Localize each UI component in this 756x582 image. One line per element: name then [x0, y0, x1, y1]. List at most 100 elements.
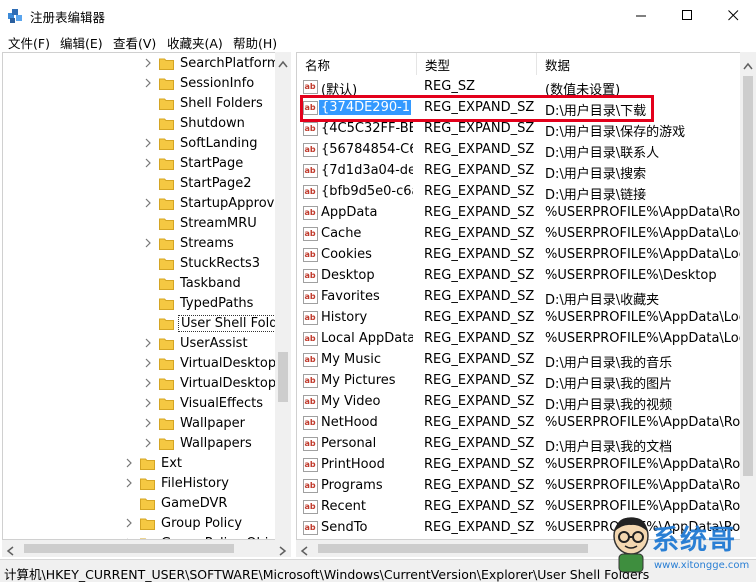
string-value-icon: ab [303, 521, 318, 535]
table-row[interactable]: ab {bfb9d5e0-c6a... REG_EXPAND_SZ D:\用户目录\链… [297, 182, 755, 203]
tree-item[interactable]: Ext [124, 453, 184, 473]
value-list[interactable]: 名称 类型 数据 ab (默认) REG_SZ (数值未设置) ab {374DE290-… [296, 52, 756, 540]
tree-item[interactable]: Taskband [143, 273, 243, 293]
table-row[interactable]: ab Cache REG_EXPAND_SZ %USERPROFILE%\AppDat… [297, 224, 755, 245]
scroll-up-icon[interactable] [743, 58, 753, 70]
value-data: %USERPROFILE%\AppData\Roam [545, 415, 756, 430]
tree-item-label: Wallpaper [180, 415, 246, 431]
tree-item[interactable]: Wallpapers [143, 433, 254, 453]
table-row[interactable]: ab {4C5C32FF-BB... REG_EXPAND_SZ D:\用户目录\保存… [297, 119, 755, 140]
chevron-right-icon[interactable] [143, 158, 153, 168]
value-name: PrintHood [321, 457, 385, 472]
tree-item[interactable]: SearchPlatform [143, 53, 282, 73]
table-row[interactable]: ab Personal REG_EXPAND_SZ D:\用户目录\我的文档 [297, 434, 755, 455]
tree-item[interactable]: Group Policy Obj [124, 533, 270, 539]
table-row[interactable]: ab My Music REG_EXPAND_SZ D:\用户目录\我的音乐 [297, 350, 755, 371]
chevron-right-icon[interactable] [124, 458, 134, 468]
chevron-right-icon[interactable] [143, 238, 153, 248]
table-row[interactable]: ab Cookies REG_EXPAND_SZ %USERPROFILE%\AppD… [297, 245, 755, 266]
table-row[interactable]: ab Desktop REG_EXPAND_SZ %USERPROFILE%\Desk… [297, 266, 755, 287]
tree-item-label: FileHistory [161, 475, 230, 491]
folder-icon [159, 117, 174, 130]
chevron-right-icon[interactable] [143, 138, 153, 148]
chevron-right-icon[interactable] [143, 358, 153, 368]
value-name: My Video [321, 394, 381, 409]
chevron-right-icon[interactable] [143, 338, 153, 348]
table-row[interactable]: ab NetHood REG_EXPAND_SZ %USERPROFILE%\AppD… [297, 413, 756, 434]
svg-text:ab: ab [305, 292, 316, 301]
tree-item[interactable]: Group Policy [124, 513, 244, 533]
column-header-data[interactable]: 数据 [537, 53, 755, 75]
tree-item[interactable]: Shutdown [143, 113, 247, 133]
scroll-left-icon[interactable] [300, 544, 308, 559]
key-tree[interactable]: SearchPlatform SessionInfo Shell Folders Sh… [2, 52, 291, 540]
table-row[interactable]: ab Favorites REG_EXPAND_SZ D:\用户目录\收藏夹 [297, 287, 755, 308]
chevron-right-icon[interactable] [143, 398, 153, 408]
table-row[interactable]: ab My Pictures REG_EXPAND_SZ D:\用户目录\我的图片 [297, 371, 755, 392]
tree-item[interactable]: FileHistory [124, 473, 231, 493]
minimize-button[interactable] [618, 0, 664, 30]
table-row[interactable]: ab {7d1d3a04-de... REG_EXPAND_SZ D:\用户目录\搜索 [297, 161, 755, 182]
menu-file[interactable]: 文件(F) [8, 33, 50, 52]
folder-icon [159, 57, 174, 70]
tree-item[interactable]: User Shell Folde [143, 313, 289, 333]
tree-item[interactable]: UserAssist [143, 333, 250, 353]
tree-item[interactable]: SoftLanding [143, 133, 259, 153]
scroll-right-icon[interactable] [279, 544, 287, 559]
tree-item[interactable]: VirtualDesktops [143, 373, 285, 393]
tree-item[interactable]: StreamMRU [143, 213, 259, 233]
list-hscroll-thumb[interactable] [318, 544, 588, 553]
folder-icon [159, 97, 174, 110]
list-scroll-thumb[interactable] [743, 76, 753, 476]
chevron-right-icon[interactable] [143, 78, 153, 88]
tree-item-label: Shutdown [180, 115, 245, 131]
chevron-right-icon[interactable] [143, 198, 153, 208]
tree-item[interactable]: Shell Folders [143, 93, 265, 113]
chevron-right-icon[interactable] [124, 478, 134, 488]
tree-item[interactable]: StartPage [143, 153, 245, 173]
tree-scroll-thumb[interactable] [278, 352, 288, 402]
annotation-highlight-box [300, 95, 654, 122]
maximize-button[interactable] [664, 0, 710, 30]
scroll-left-icon[interactable] [6, 544, 14, 559]
column-header-type[interactable]: 类型 [417, 53, 537, 75]
tree-hscroll-thumb[interactable] [24, 544, 234, 553]
tree-item[interactable]: StuckRects3 [143, 253, 262, 273]
tree-item[interactable]: SessionInfo [143, 73, 256, 93]
list-vertical-scrollbar[interactable] [740, 52, 756, 540]
table-row[interactable]: ab PrintHood REG_EXPAND_SZ %USERPROFILE%\Ap… [297, 455, 755, 476]
table-row[interactable]: ab History REG_EXPAND_SZ %USERPROFILE%\AppD… [297, 308, 755, 329]
table-row[interactable]: ab {56784854-C6... REG_EXPAND_SZ D:\用户目录\联系… [297, 140, 755, 161]
tree-item[interactable]: Streams [143, 233, 236, 253]
tree-item[interactable]: StartupApprove [143, 193, 284, 213]
menu-help[interactable]: 帮助(H) [233, 33, 277, 52]
menu-view[interactable]: 查看(V) [113, 33, 156, 52]
chevron-right-icon[interactable] [124, 518, 134, 528]
value-name: {4C5C32FF-BB... [321, 121, 413, 136]
table-row[interactable]: ab Programs REG_EXPAND_SZ %USERPROFILE%\App… [297, 476, 755, 497]
tree-item[interactable]: TypedPaths [143, 293, 255, 313]
chevron-right-icon[interactable] [143, 58, 153, 68]
table-row[interactable]: ab AppData REG_EXPAND_SZ %USERPROFILE%\AppD… [297, 203, 755, 224]
tree-item-label: Group Policy [161, 515, 243, 531]
tree-item[interactable]: StartPage2 [143, 173, 254, 193]
value-name: AppData [321, 205, 378, 220]
tree-item[interactable]: VisualEffects [143, 393, 265, 413]
close-button[interactable] [710, 0, 756, 30]
tree-item[interactable]: GameDVR [124, 493, 229, 513]
chevron-right-icon[interactable] [143, 418, 153, 428]
table-row[interactable]: ab Local AppData REG_EXPAND_SZ %USERPROFILE… [297, 329, 755, 350]
value-type: REG_EXPAND_SZ [424, 415, 535, 430]
tree-vertical-scrollbar[interactable] [275, 52, 291, 540]
table-row[interactable]: ab My Video REG_EXPAND_SZ D:\用户目录\我的视频 [297, 392, 755, 413]
chevron-right-icon[interactable] [143, 378, 153, 388]
tree-horizontal-scrollbar[interactable] [2, 540, 291, 557]
tree-item[interactable]: Wallpaper [143, 413, 247, 433]
column-header-name[interactable]: 名称 [297, 53, 417, 75]
folder-icon [159, 357, 174, 370]
tree-item[interactable]: VirtualDesktops [143, 353, 285, 373]
menu-favorites[interactable]: 收藏夹(A) [167, 33, 223, 52]
chevron-right-icon[interactable] [143, 438, 153, 448]
menu-edit[interactable]: 编辑(E) [60, 33, 103, 52]
scroll-up-icon[interactable] [278, 56, 288, 68]
